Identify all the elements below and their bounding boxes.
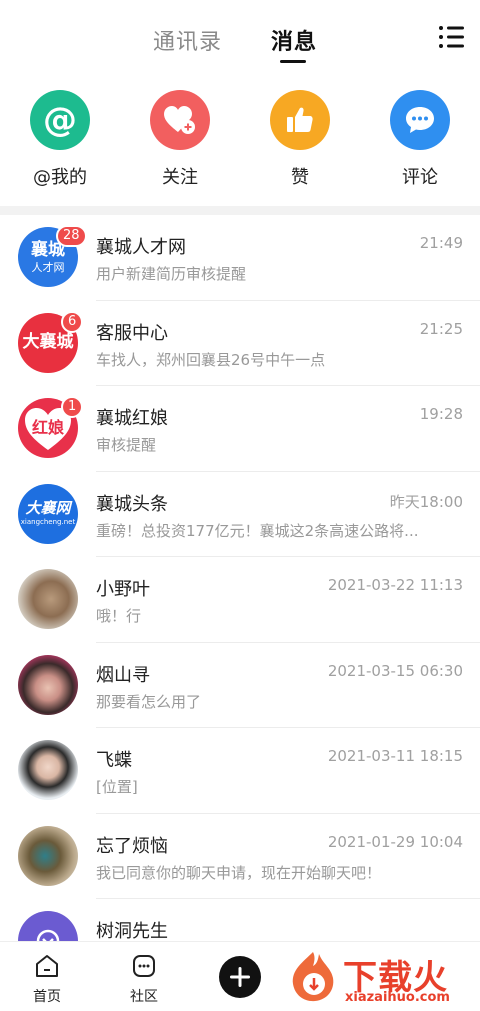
- community-icon: [133, 955, 155, 977]
- conversation-preview: [位置]: [96, 778, 138, 796]
- nav-community[interactable]: 社区: [114, 954, 174, 1006]
- watermark-logo: 下载火 xiazaihuo.com: [285, 948, 477, 1006]
- plus-icon: [230, 967, 250, 987]
- conversation-preview: 用户新建简历审核提醒: [96, 265, 247, 283]
- avatar-text: 大襄网: [25, 499, 71, 517]
- watermark-url: xiazaihuo.com: [345, 990, 450, 1005]
- conversation-preview: 车找人，郑州回襄县26号中午一点: [96, 350, 326, 369]
- avatar-text: 大襄城: [22, 332, 74, 352]
- tab-contacts[interactable]: 通讯录: [153, 24, 222, 56]
- unread-badge: 1: [61, 396, 84, 418]
- flame-logo-icon: [292, 952, 334, 1002]
- conversation-row[interactable]: 襄城 人才网 28 襄城人才网 21:49 用户新建简历审核提醒: [0, 215, 480, 301]
- avatar: [18, 654, 78, 715]
- conversation-row[interactable]: 烟山寻 2021-03-15 06:30 那要看怎么用了: [0, 643, 480, 728]
- avatar: [18, 569, 78, 629]
- quick-action-label: 赞: [291, 167, 309, 188]
- avatar: [18, 740, 78, 800]
- list-menu-icon[interactable]: [438, 24, 466, 50]
- quick-action-likes[interactable]: 赞: [240, 90, 360, 189]
- conversation-name: 树洞先生: [96, 921, 168, 942]
- conversation-name: 烟山寻: [96, 664, 150, 686]
- conversation-row[interactable]: 大襄网 xiangcheng.net 襄城头条 昨天18:00 重磅！总投资17…: [0, 472, 480, 557]
- at-icon: @: [30, 90, 90, 150]
- home-icon: [36, 955, 58, 977]
- heart-plus-icon: [150, 90, 210, 150]
- conversation-time: 21:25: [419, 319, 463, 338]
- conversation-name: 忘了烦恼: [96, 835, 168, 857]
- nav-home-label: 首页: [33, 989, 61, 1005]
- conversation-name: 襄城红娘: [96, 408, 168, 429]
- conversation-row[interactable]: 忘了烦恼 2021-01-29 10:04 我已同意你的聊天申请，现在开始聊天吧…: [0, 814, 480, 899]
- quick-action-follow[interactable]: 关注: [120, 90, 240, 189]
- unread-badge: 6: [61, 310, 84, 333]
- conversation-row[interactable]: 飞蝶 2021-03-11 18:15 [位置]: [0, 728, 480, 814]
- avatar: 大襄网 xiangcheng.net: [18, 483, 78, 544]
- conversation-name: 襄城人才网: [96, 237, 186, 258]
- avatar-text: 人才网: [31, 260, 65, 274]
- conversation-preview: 哦！行: [96, 607, 142, 625]
- conversation-row[interactable]: 红娘 1 襄城红娘 19:28 审核提醒: [0, 386, 480, 472]
- quick-actions: @ @我的 关注 赞 评论: [0, 90, 480, 190]
- nav-home[interactable]: 首页: [17, 954, 77, 1006]
- comment-bubble-icon: [390, 90, 450, 150]
- quick-action-comments[interactable]: 评论: [360, 90, 480, 189]
- conversation-time: 2021-03-15 06:30: [327, 661, 463, 680]
- conversation-time: 2021-01-29 10:04: [327, 832, 463, 851]
- conversation-time: 昨天18:00: [389, 492, 463, 511]
- avatar-text: 红娘: [31, 418, 64, 437]
- unread-badge: 28: [56, 225, 87, 247]
- quick-action-mentions[interactable]: @ @我的: [0, 90, 120, 189]
- top-bar: 通讯录 消息: [0, 0, 480, 72]
- conversation-preview: 我已同意你的聊天申请，现在开始聊天吧！: [96, 863, 382, 882]
- conversation-time: 2021-03-22 11:13: [327, 576, 463, 594]
- conversation-name: 飞蝶: [96, 750, 132, 771]
- nav-community-label: 社区: [130, 989, 158, 1005]
- conversation-name: 客服中心: [96, 322, 168, 344]
- conversation-list: 襄城 人才网 28 襄城人才网 21:49 用户新建简历审核提醒 大襄城 6 客…: [0, 215, 480, 985]
- avatar: [18, 825, 78, 886]
- conversation-preview: 那要看怎么用了: [96, 692, 202, 711]
- conversation-time: 19:28: [419, 405, 463, 423]
- section-divider: [0, 206, 480, 215]
- quick-action-label: @我的: [33, 167, 87, 188]
- conversation-row[interactable]: 大襄城 6 客服中心 21:25 车找人，郑州回襄县26号中午一点: [0, 301, 480, 386]
- conversation-name: 襄城头条: [96, 493, 168, 515]
- conversation-preview: 重磅！总投资177亿元！襄城这2条高速公路将...: [96, 521, 419, 540]
- conversation-time: 21:49: [419, 234, 463, 252]
- tab-messages[interactable]: 消息: [271, 24, 317, 56]
- quick-action-label: 关注: [162, 167, 198, 188]
- avatar-text: xiangcheng.net: [20, 518, 76, 526]
- conversation-time: 2021-03-11 18:15: [327, 747, 463, 765]
- quick-action-label: 评论: [402, 167, 438, 188]
- conversation-preview: 审核提醒: [96, 436, 157, 454]
- conversation-row[interactable]: 小野叶 2021-03-22 11:13 哦！行: [0, 557, 480, 643]
- active-tab-indicator: [280, 60, 306, 63]
- conversation-name: 小野叶: [96, 579, 150, 600]
- thumbs-up-icon: [270, 90, 330, 150]
- create-post-button[interactable]: [219, 956, 261, 998]
